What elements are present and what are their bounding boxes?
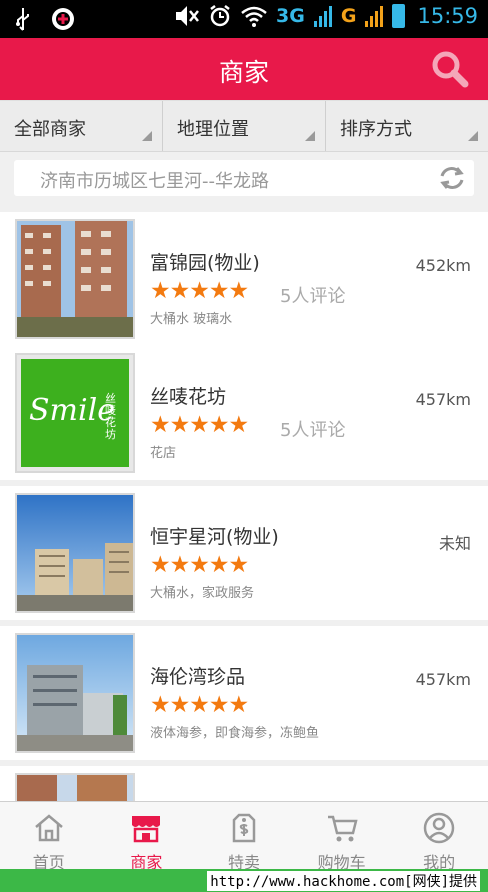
merchant-name: 海伦湾珍品 — [150, 666, 246, 688]
merchant-name: 丝唛花坊 — [150, 386, 227, 408]
nav-sale[interactable]: 特卖 — [195, 802, 293, 872]
merchant-thumbnail: Smile 丝唛花坊 — [15, 353, 135, 473]
filter-all-merchants[interactable]: 全部商家 — [0, 101, 163, 151]
dropdown-triangle-icon — [142, 131, 152, 141]
home-icon — [34, 814, 63, 842]
rating-stars: ★★★★★ — [150, 412, 249, 438]
review-count: 5人评论 — [280, 420, 346, 441]
filter-sort[interactable]: 排序方式 — [326, 101, 488, 151]
merchant-item[interactable]: 恒宇星河(物业) ★★★★★ 大桶水，家政服务 未知 — [0, 486, 488, 620]
page-title: 商家 — [218, 58, 269, 87]
bottom-nav: 首页 商家 特卖 购物车 我的 — [0, 801, 488, 872]
nav-profile[interactable]: 我的 — [390, 802, 488, 872]
building-photo — [17, 495, 133, 611]
signal-3g-icon — [313, 6, 332, 27]
dropdown-triangle-icon — [305, 131, 315, 141]
filter-location[interactable]: 地理位置 — [163, 101, 326, 151]
usb-icon — [16, 8, 29, 31]
watermark-text: http://www.hackhome.com[网侠]提供 — [207, 871, 480, 891]
nav-merchants[interactable]: 商家 — [98, 802, 196, 872]
signal-g-icon — [365, 6, 384, 27]
location-bar: 济南市历城区七里河--华龙路 — [14, 160, 474, 196]
merchant-thumbnail — [15, 493, 135, 613]
building-photo — [17, 635, 133, 751]
dropdown-triangle-icon — [468, 131, 478, 141]
merchant-item[interactable]: 海伦湾珍品 ★★★★★ 液体海参，即食海参，冻鲍鱼 457km — [0, 626, 488, 760]
merchant-tags: 液体海参，即食海参，冻鲍鱼 — [150, 726, 320, 741]
app-notification-icon — [52, 8, 74, 30]
current-location: 济南市历城区七里河--华龙路 — [40, 171, 269, 192]
smile-logo: Smile 丝唛花坊 — [21, 359, 129, 467]
app-header: 商家 — [0, 38, 488, 100]
alarm-icon — [210, 5, 230, 27]
merchant-tags: 花店 — [150, 446, 177, 461]
merchant-distance: 452km — [415, 256, 471, 275]
merchant-name: 富锦园(物业) — [150, 252, 260, 274]
store-icon — [132, 816, 161, 843]
cart-icon — [327, 815, 358, 842]
network-3g-label: 3G — [276, 5, 305, 27]
filter-label: 排序方式 — [340, 119, 412, 140]
watermark-bar: http://www.hackhome.com[网侠]提供 — [0, 869, 488, 892]
wifi-icon — [241, 6, 267, 27]
logo-text: Smile — [29, 393, 115, 428]
logo-small-text: 丝唛花坊 — [105, 392, 116, 441]
filter-label: 全部商家 — [14, 119, 86, 140]
merchant-tags: 大桶水，家政服务 — [150, 586, 255, 601]
search-icon[interactable] — [430, 49, 470, 89]
filter-bar: 全部商家 地理位置 排序方式 — [0, 100, 488, 152]
review-count: 5人评论 — [280, 286, 346, 307]
sale-tag-icon — [232, 813, 256, 843]
status-bar: 3G G 15:59 — [0, 0, 488, 38]
merchant-distance: 457km — [415, 390, 471, 409]
rating-stars: ★★★★★ — [150, 552, 249, 578]
battery-icon — [392, 4, 406, 28]
merchant-distance: 457km — [415, 670, 471, 689]
merchant-thumbnail — [15, 219, 135, 339]
user-icon — [423, 812, 455, 844]
building-photo — [17, 221, 133, 337]
merchant-thumbnail — [15, 633, 135, 753]
merchant-item[interactable]: 富锦园(物业) ★★★★★ 5人评论 大桶水 玻璃水 452km — [0, 212, 488, 346]
refresh-icon[interactable] — [438, 164, 466, 192]
merchant-item[interactable]: Smile 丝唛花坊 丝唛花坊 ★★★★★ 5人评论 花店 457km — [0, 346, 488, 480]
merchant-name: 恒宇星河(物业) — [150, 526, 279, 548]
merchant-distance: 未知 — [438, 534, 471, 553]
nav-cart[interactable]: 购物车 — [293, 802, 391, 872]
rating-stars: ★★★★★ — [150, 692, 249, 718]
network-g-label: G — [340, 5, 357, 27]
nav-home[interactable]: 首页 — [0, 802, 98, 872]
screen: 3G G 15:59 商家 全部商家 地理位置 排序方式 济南市历城区七里河--… — [0, 0, 488, 892]
merchant-tags: 大桶水 玻璃水 — [150, 312, 233, 327]
clock-time: 15:59 — [417, 4, 478, 28]
filter-label: 地理位置 — [177, 119, 249, 140]
rating-stars: ★★★★★ — [150, 278, 249, 304]
mute-icon — [176, 6, 200, 26]
